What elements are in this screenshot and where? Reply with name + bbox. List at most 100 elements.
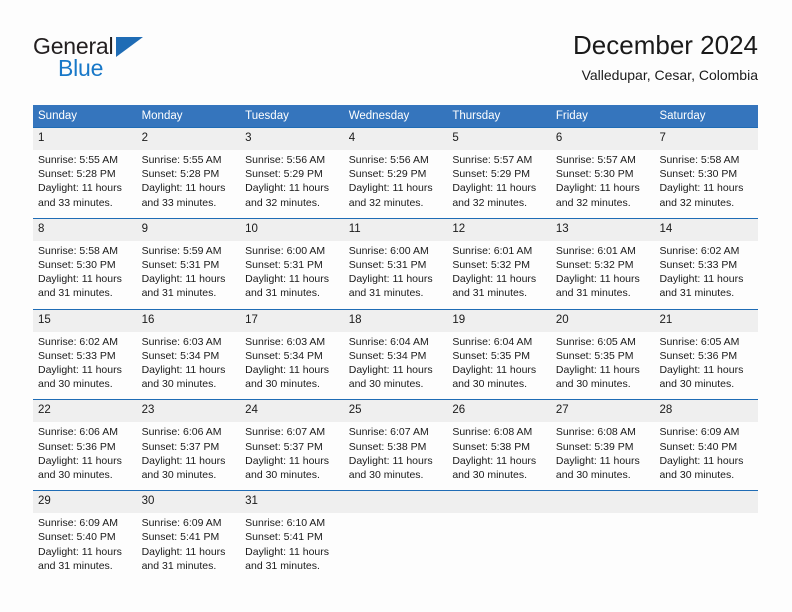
sunrise-text: Sunrise: 6:09 AM [659, 426, 740, 439]
sunrise-text: Sunrise: 6:09 AM [38, 517, 118, 530]
sunrise-text: Sunrise: 5:59 AM [141, 244, 222, 257]
day-detail-band: Sunrise: 5:55 AM Sunset: 5:28 PM Dayligh… [33, 150, 758, 218]
day-number[interactable]: 13 [551, 219, 655, 241]
day-number-band: 8 9 10 11 12 13 14 [33, 218, 758, 241]
sunrise-text: Sunrise: 6:07 AM [245, 426, 326, 439]
daylight-text-line1: Daylight: 11 hours [555, 182, 640, 195]
day-cell: Sunrise: 6:02 AM Sunset: 5:33 PM Dayligh… [654, 241, 758, 309]
daylight-text-line1: Daylight: 11 hours [38, 454, 122, 467]
sunrise-text: Sunrise: 6:08 AM [452, 426, 533, 439]
day-number[interactable]: 12 [447, 219, 551, 241]
sunset-text: Sunset: 5:36 PM [38, 440, 116, 453]
daylight-text-line1: Daylight: 11 hours [245, 545, 330, 558]
day-number[interactable]: 22 [33, 400, 137, 422]
daylight-text-line2: and 30 minutes. [659, 378, 735, 391]
daylight-text-line2: and 31 minutes. [348, 287, 424, 300]
sunset-text: Sunset: 5:28 PM [38, 168, 116, 181]
sunset-text: Sunset: 5:34 PM [245, 349, 323, 362]
day-cell-empty [344, 513, 448, 581]
calendar-week-row: 22 23 24 25 26 27 28 Sunrise: 6:06 AM Su… [33, 399, 758, 491]
day-number[interactable]: 2 [137, 128, 241, 150]
day-number[interactable]: 29 [33, 491, 137, 513]
day-number[interactable]: 23 [137, 400, 241, 422]
day-cell: Sunrise: 6:08 AM Sunset: 5:39 PM Dayligh… [551, 422, 655, 490]
sunset-text: Sunset: 5:30 PM [555, 168, 634, 181]
sunrise-text: Sunrise: 5:57 AM [452, 154, 533, 166]
day-cell: Sunrise: 6:09 AM Sunset: 5:40 PM Dayligh… [654, 422, 758, 490]
sunset-text: Sunset: 5:37 PM [141, 440, 220, 453]
day-number[interactable]: 14 [654, 219, 758, 241]
day-cell: Sunrise: 5:57 AM Sunset: 5:29 PM Dayligh… [447, 150, 551, 218]
calendar-page: General Blue December 2024 Valledupar, C… [0, 0, 792, 612]
day-number[interactable]: 7 [654, 128, 758, 150]
day-number[interactable]: 17 [240, 310, 344, 332]
day-cell: Sunrise: 5:56 AM Sunset: 5:29 PM Dayligh… [240, 150, 344, 218]
day-number[interactable]: 15 [33, 310, 137, 332]
daylight-text-line2: and 30 minutes. [555, 378, 631, 391]
daylight-text-line2: and 31 minutes. [141, 287, 217, 300]
day-number[interactable]: 3 [240, 128, 344, 150]
day-number[interactable]: 19 [447, 310, 551, 332]
day-detail-band: Sunrise: 6:02 AM Sunset: 5:33 PM Dayligh… [33, 331, 758, 400]
day-number[interactable]: 20 [551, 310, 655, 332]
sunset-text: Sunset: 5:30 PM [659, 168, 738, 181]
day-number[interactable]: 11 [344, 219, 448, 241]
daylight-text-line2: and 30 minutes. [38, 378, 113, 391]
day-detail-band: Sunrise: 6:09 AM Sunset: 5:40 PM Dayligh… [33, 513, 758, 582]
day-number-empty [447, 491, 551, 513]
title-block: December 2024 Valledupar, Cesar, Colombi… [573, 28, 758, 86]
day-number[interactable]: 4 [344, 128, 448, 150]
day-number[interactable]: 10 [240, 219, 344, 241]
day-cell: Sunrise: 6:09 AM Sunset: 5:40 PM Dayligh… [33, 513, 137, 581]
page-header: General Blue December 2024 Valledupar, C… [33, 28, 758, 98]
day-number[interactable]: 8 [33, 219, 137, 241]
day-number[interactable]: 5 [447, 128, 551, 150]
day-cell-empty [654, 513, 758, 581]
sunset-text: Sunset: 5:33 PM [659, 259, 738, 272]
sunrise-text: Sunrise: 6:01 AM [555, 244, 636, 257]
daylight-text-line1: Daylight: 11 hours [38, 273, 122, 286]
day-number[interactable]: 25 [344, 400, 448, 422]
sunrise-text: Sunrise: 6:01 AM [452, 244, 533, 257]
day-number[interactable]: 1 [33, 128, 137, 150]
calendar-week-row: 15 16 17 18 19 20 21 Sunrise: 6:02 AM Su… [33, 308, 758, 400]
day-number[interactable]: 21 [654, 310, 758, 332]
day-number[interactable]: 24 [240, 400, 344, 422]
day-number[interactable]: 26 [447, 400, 551, 422]
daylight-text-line1: Daylight: 11 hours [348, 273, 433, 286]
sunset-text: Sunset: 5:29 PM [348, 168, 427, 181]
day-cell: Sunrise: 6:07 AM Sunset: 5:38 PM Dayligh… [344, 422, 448, 490]
day-number[interactable]: 27 [551, 400, 655, 422]
sunrise-text: Sunrise: 5:58 AM [38, 244, 118, 257]
sunrise-text: Sunrise: 6:05 AM [659, 335, 740, 348]
day-cell: Sunrise: 6:03 AM Sunset: 5:34 PM Dayligh… [240, 332, 344, 400]
day-number[interactable]: 9 [137, 219, 241, 241]
sunrise-text: Sunrise: 6:00 AM [245, 244, 326, 257]
day-number[interactable]: 30 [137, 491, 241, 513]
day-cell: Sunrise: 6:05 AM Sunset: 5:36 PM Dayligh… [654, 332, 758, 400]
daylight-text-line2: and 30 minutes. [38, 469, 113, 482]
sunset-text: Sunset: 5:31 PM [348, 259, 427, 272]
daylight-text-line2: and 31 minutes. [555, 287, 631, 300]
day-number[interactable]: 28 [654, 400, 758, 422]
day-number-band: 29 30 31 [33, 491, 758, 514]
day-number[interactable]: 6 [551, 128, 655, 150]
sunset-text: Sunset: 5:29 PM [452, 168, 530, 181]
daylight-text-line2: and 31 minutes. [141, 559, 217, 572]
day-number[interactable]: 18 [344, 310, 448, 332]
daylight-text-line2: and 32 minutes. [659, 196, 735, 209]
daylight-text-line2: and 31 minutes. [245, 559, 320, 572]
sunset-text: Sunset: 5:30 PM [38, 259, 116, 272]
day-cell: Sunrise: 6:09 AM Sunset: 5:41 PM Dayligh… [137, 513, 241, 581]
daylight-text-line1: Daylight: 11 hours [245, 364, 330, 377]
daylight-text-line2: and 31 minutes. [245, 287, 320, 300]
general-blue-logo[interactable]: General Blue [33, 33, 233, 85]
day-cell-empty [551, 513, 655, 581]
day-number-band: 1 2 3 4 5 6 7 [33, 128, 758, 150]
day-number[interactable]: 16 [137, 310, 241, 332]
daylight-text-line2: and 33 minutes. [141, 196, 217, 209]
calendar-week-row: 1 2 3 4 5 6 7 Sunrise: 5:55 AM Sunset: 5… [33, 127, 758, 218]
sunset-text: Sunset: 5:32 PM [452, 259, 530, 272]
day-number[interactable]: 31 [240, 491, 344, 513]
daylight-text-line1: Daylight: 11 hours [659, 182, 744, 195]
